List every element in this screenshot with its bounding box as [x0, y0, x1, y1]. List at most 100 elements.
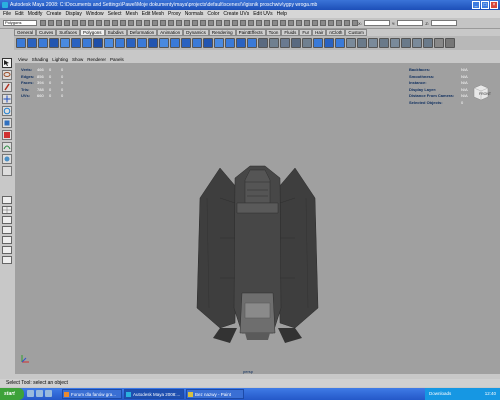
menu-mesh[interactable]: Mesh	[126, 10, 138, 18]
status-line-icon[interactable]	[328, 20, 334, 26]
status-line-icon[interactable]	[280, 20, 286, 26]
status-line-icon[interactable]	[216, 20, 222, 26]
show-manipulator-icon[interactable]	[2, 154, 12, 164]
quick-launch-icon[interactable]	[45, 390, 52, 397]
shelf-tab-fluids[interactable]: Fluids	[281, 29, 300, 36]
polygon-shelf-icon[interactable]	[346, 38, 356, 48]
panel-menu-lighting[interactable]: Lighting	[52, 56, 68, 63]
status-line-icon[interactable]	[264, 20, 270, 26]
single-perspective-layout-icon[interactable]	[2, 196, 12, 204]
polygon-shelf-icon[interactable]	[137, 38, 147, 48]
status-line-icon[interactable]	[80, 20, 86, 26]
four-view-layout-icon[interactable]	[2, 206, 12, 214]
status-line-icon[interactable]	[248, 20, 254, 26]
shelf-tab-deformation[interactable]: Deformation	[126, 29, 158, 36]
status-line-icon[interactable]	[320, 20, 326, 26]
panel-menu-renderer[interactable]: Renderer	[87, 56, 106, 63]
move-tool-icon[interactable]	[2, 94, 12, 104]
polygon-shelf-icon[interactable]	[126, 38, 136, 48]
status-line-icon[interactable]	[304, 20, 310, 26]
shelf-tab-subdivs[interactable]: Subdivs	[104, 29, 127, 36]
menu-select[interactable]: Select	[108, 10, 122, 18]
panel-menu-panels[interactable]: Panels	[110, 56, 124, 63]
polygon-shelf-icon[interactable]	[423, 38, 433, 48]
status-line-icon[interactable]	[136, 20, 142, 26]
menu-file[interactable]: File	[3, 10, 11, 18]
polygon-shelf-icon[interactable]	[434, 38, 444, 48]
menu-create[interactable]: Create	[46, 10, 61, 18]
polygon-shelf-icon[interactable]	[148, 38, 158, 48]
menu-proxy[interactable]: Proxy	[168, 10, 181, 18]
menu-set-dropdown[interactable]: Polygons	[3, 20, 37, 26]
status-line-icon[interactable]	[336, 20, 342, 26]
shelf-tab-toon[interactable]: Toon	[265, 29, 282, 36]
status-line-icon[interactable]	[112, 20, 118, 26]
panel-menu-show[interactable]: Show	[72, 56, 83, 63]
shelf-tab-fur[interactable]: Fur	[299, 29, 313, 36]
close-button[interactable]: ×	[490, 1, 498, 9]
persp-graph-hypergraph-layout-icon[interactable]	[2, 246, 12, 254]
polygon-shelf-icon[interactable]	[93, 38, 103, 48]
status-line-icon[interactable]	[272, 20, 278, 26]
status-line-icon[interactable]	[224, 20, 230, 26]
polygon-shelf-icon[interactable]	[159, 38, 169, 48]
status-line-icon[interactable]	[344, 20, 350, 26]
status-line-icon[interactable]	[48, 20, 54, 26]
shelf-tab-painteffects[interactable]: PaintEffects	[235, 29, 266, 36]
persp-graph-layout-icon[interactable]	[2, 226, 12, 234]
shelf-tab-animation[interactable]: Animation	[157, 29, 184, 36]
universal-manipulator-icon[interactable]	[2, 130, 12, 140]
paint-select-tool-icon[interactable]	[2, 82, 12, 92]
shelf-tab-general[interactable]: General	[14, 29, 37, 36]
quick-launch-icon[interactable]	[36, 390, 43, 397]
status-line-icon[interactable]	[200, 20, 206, 26]
status-line-icon[interactable]	[256, 20, 262, 26]
shelf-tab-custom[interactable]: Custom	[345, 29, 367, 36]
status-line-icon[interactable]	[296, 20, 302, 26]
select-tool-icon[interactable]	[2, 58, 12, 68]
status-line-icon[interactable]	[152, 20, 158, 26]
polygon-shelf-icon[interactable]	[390, 38, 400, 48]
status-line-icon[interactable]	[96, 20, 102, 26]
status-line-icon[interactable]	[144, 20, 150, 26]
polygon-shelf-icon[interactable]	[368, 38, 378, 48]
polygon-shelf-icon[interactable]	[313, 38, 323, 48]
polygon-shelf-icon[interactable]	[214, 38, 224, 48]
menu-create-uvs[interactable]: Create UVs	[223, 10, 249, 18]
persp-outliner-layout-icon[interactable]	[2, 216, 12, 224]
panel-menu-view[interactable]: View	[18, 56, 28, 63]
menu-edit[interactable]: Edit	[15, 10, 24, 18]
custom-layout-icon[interactable]	[2, 256, 12, 264]
shelf-tab-curves[interactable]: Curves	[36, 29, 57, 36]
polygon-shelf-icon[interactable]	[27, 38, 37, 48]
menu-modify[interactable]: Modify	[28, 10, 43, 18]
taskbar-item[interactable]: Bez nazwy - Paint	[186, 389, 244, 399]
start-button[interactable]: start	[0, 388, 24, 400]
status-line-icon[interactable]	[176, 20, 182, 26]
menu-display[interactable]: Display	[65, 10, 81, 18]
status-line-icon[interactable]	[288, 20, 294, 26]
polygon-shelf-icon[interactable]	[357, 38, 367, 48]
polygon-shelf-icon[interactable]	[324, 38, 334, 48]
status-line-icon[interactable]	[208, 20, 214, 26]
shelf-tab-surfaces[interactable]: Surfaces	[56, 29, 81, 36]
shelf-tab-ncloth[interactable]: nCloth	[326, 29, 346, 36]
polygon-shelf-icon[interactable]	[181, 38, 191, 48]
status-line-icon[interactable]	[88, 20, 94, 26]
menu-edit-mesh[interactable]: Edit Mesh	[142, 10, 164, 18]
polygon-shelf-icon[interactable]	[104, 38, 114, 48]
polygon-shelf-icon[interactable]	[335, 38, 345, 48]
polygon-shelf-icon[interactable]	[49, 38, 59, 48]
menu-edit-uvs[interactable]: Edit UVs	[253, 10, 272, 18]
polygon-shelf-icon[interactable]	[291, 38, 301, 48]
polygon-shelf-icon[interactable]	[401, 38, 411, 48]
status-line-icon[interactable]	[40, 20, 46, 26]
minimize-button[interactable]: _	[472, 1, 480, 9]
polygon-shelf-icon[interactable]	[412, 38, 422, 48]
shelf-tab-rendering[interactable]: Rendering	[208, 29, 236, 36]
polygon-shelf-icon[interactable]	[192, 38, 202, 48]
rotate-tool-icon[interactable]	[2, 106, 12, 116]
menu-window[interactable]: Window	[86, 10, 104, 18]
shelf-tab-polygons[interactable]: Polygons	[80, 29, 105, 36]
x-input[interactable]	[363, 20, 390, 26]
